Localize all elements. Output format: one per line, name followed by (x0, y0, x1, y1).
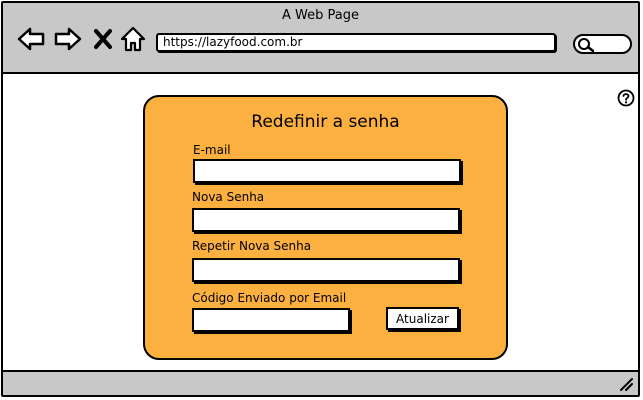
new-password-label: Nova Senha (192, 190, 265, 204)
browser-toolbar: A Web Page https://lazyfood.com.br (3, 3, 638, 74)
url-input[interactable]: https://lazyfood.com.br (156, 33, 556, 52)
new-password-field[interactable] (192, 208, 460, 232)
search-icon (578, 38, 595, 53)
update-button[interactable]: Atualizar (386, 307, 459, 330)
back-arrow-icon[interactable] (17, 25, 45, 53)
window-title: A Web Page (282, 8, 359, 23)
reset-password-card: Redefinir a senha E-mail Nova Senha Repe… (143, 95, 508, 360)
form-title: Redefinir a senha (251, 112, 400, 132)
code-label: Código Enviado por Email (192, 291, 347, 305)
code-field[interactable] (192, 308, 350, 332)
browser-search-input[interactable] (573, 34, 632, 54)
forward-arrow-icon[interactable] (54, 25, 82, 53)
repeat-password-label: Repetir Nova Senha (192, 239, 312, 253)
home-icon[interactable] (119, 25, 147, 53)
status-bar (3, 370, 638, 395)
email-field[interactable] (193, 159, 461, 183)
repeat-password-field[interactable] (192, 258, 460, 282)
resize-grip-icon[interactable] (618, 376, 634, 392)
close-x-icon[interactable] (89, 25, 117, 53)
browser-window: A Web Page https://lazyfood.com.br Redef… (1, 1, 640, 397)
help-icon[interactable] (617, 89, 635, 107)
email-label: E-mail (193, 143, 231, 157)
